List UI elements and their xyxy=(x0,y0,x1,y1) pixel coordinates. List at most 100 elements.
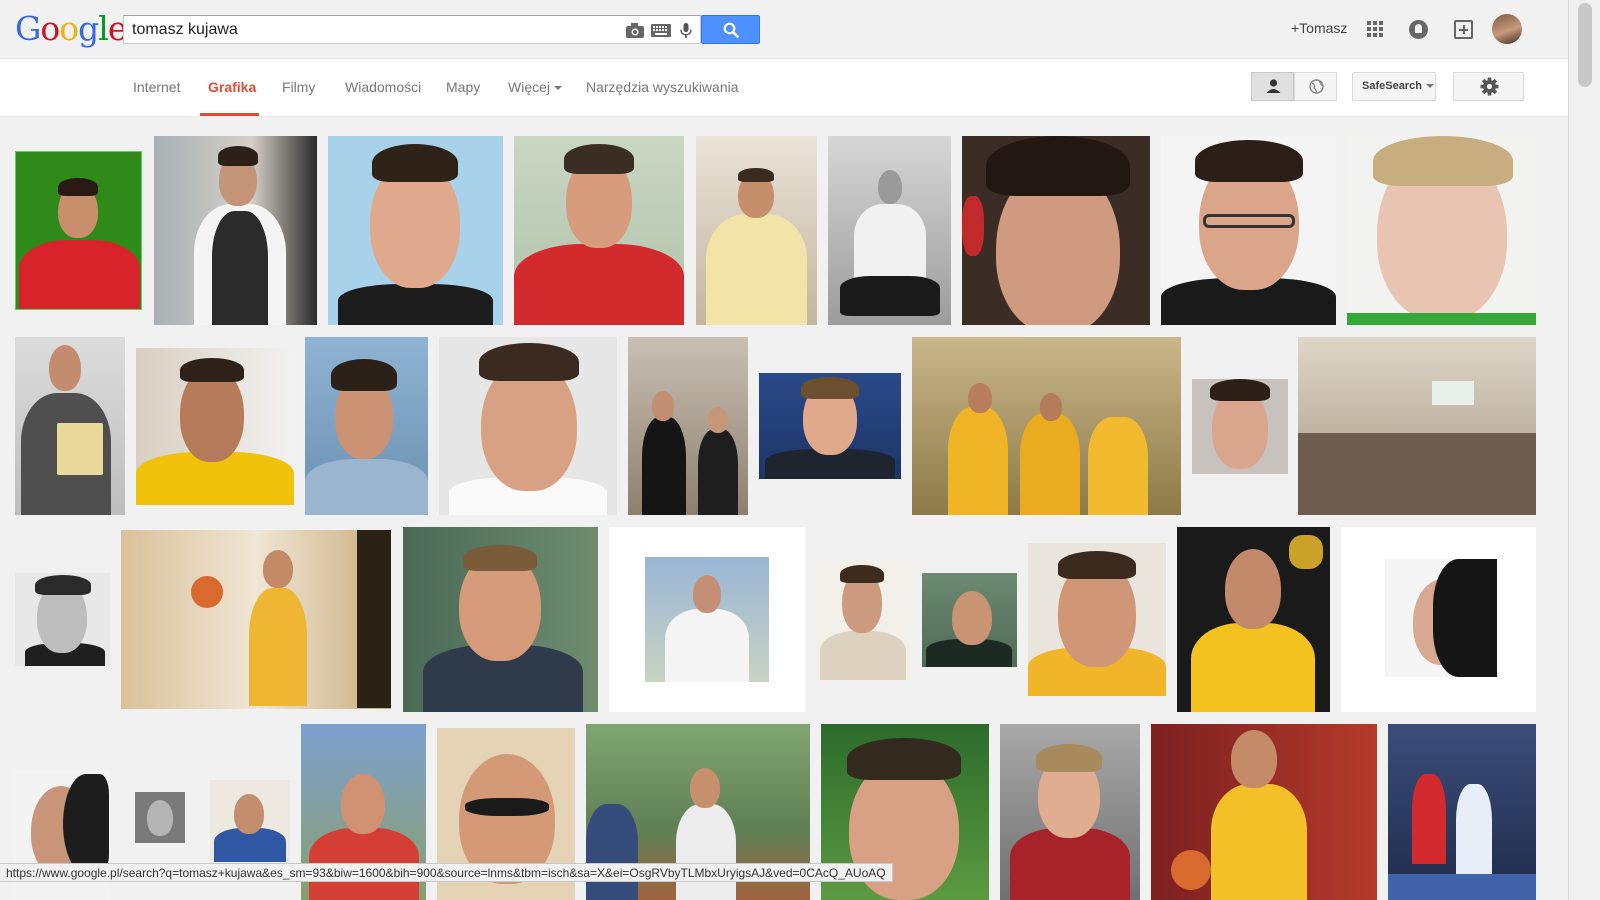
image-result[interactable] xyxy=(15,573,110,666)
image-result[interactable] xyxy=(514,136,684,325)
result-shirt xyxy=(19,240,140,309)
image-result[interactable] xyxy=(628,337,748,515)
result-hair xyxy=(1433,559,1497,677)
result-certificate xyxy=(57,423,103,475)
image-result[interactable] xyxy=(1028,543,1166,696)
image-result[interactable] xyxy=(1151,724,1377,900)
tab-more[interactable]: Więcej xyxy=(508,79,563,95)
image-result[interactable] xyxy=(1000,724,1140,900)
result-face xyxy=(952,591,992,645)
keyboard-icon[interactable] xyxy=(651,23,671,38)
result-shirt xyxy=(1191,623,1315,712)
result-sunglasses xyxy=(465,798,549,816)
result-basketball xyxy=(1171,850,1211,890)
image-result[interactable] xyxy=(15,337,125,515)
logo-letter: G xyxy=(15,9,41,48)
result-face xyxy=(652,391,674,421)
result-hair xyxy=(564,144,634,174)
result-shirt xyxy=(665,609,749,682)
notifications-icon[interactable] xyxy=(1409,20,1428,39)
tab-internet[interactable]: Internet xyxy=(133,79,180,95)
result-screen xyxy=(1432,381,1474,405)
image-result[interactable] xyxy=(136,348,294,505)
search-input[interactable]: tomasz kujawa xyxy=(123,15,701,44)
image-result[interactable] xyxy=(121,530,391,709)
status-bar-url: https://www.google.pl/search?q=tomasz+ku… xyxy=(0,863,893,882)
tab-images[interactable]: Grafika xyxy=(208,79,256,95)
image-result[interactable] xyxy=(828,136,951,325)
result-face xyxy=(1225,549,1281,629)
result-logo xyxy=(1289,535,1323,569)
search-query-text: tomasz kujawa xyxy=(132,21,238,38)
personal-results-toggle[interactable] xyxy=(1251,72,1294,101)
result-player xyxy=(1088,417,1148,515)
image-result[interactable] xyxy=(439,337,617,515)
result-hair xyxy=(1210,379,1270,401)
result-face xyxy=(234,794,264,834)
search-button[interactable] xyxy=(701,15,760,44)
tab-maps[interactable]: Mapy xyxy=(446,79,480,95)
image-result[interactable] xyxy=(328,136,503,325)
image-result[interactable] xyxy=(696,136,817,325)
image-result[interactable] xyxy=(1298,337,1536,515)
result-shirt xyxy=(514,244,684,325)
result-shirt xyxy=(305,459,428,515)
tab-videos[interactable]: Filmy xyxy=(282,79,315,95)
scrollbar-thumb[interactable] xyxy=(1578,3,1592,87)
image-result[interactable] xyxy=(135,792,185,843)
result-hair xyxy=(463,545,537,571)
safesearch-button[interactable]: SafeSearch xyxy=(1352,72,1436,101)
result-grass xyxy=(1347,313,1536,325)
result-face xyxy=(1231,730,1277,788)
scrollbar[interactable] xyxy=(1568,0,1600,900)
image-results-grid xyxy=(0,118,1568,900)
camera-icon[interactable] xyxy=(626,23,644,38)
image-result[interactable] xyxy=(15,151,142,310)
result-shirt xyxy=(586,804,638,900)
avatar[interactable] xyxy=(1492,14,1522,44)
logo-letter: l xyxy=(98,9,109,48)
image-result[interactable] xyxy=(912,337,1181,515)
google-logo[interactable]: Google xyxy=(15,9,127,48)
image-result[interactable] xyxy=(922,573,1017,667)
image-result[interactable] xyxy=(816,559,911,680)
result-audience xyxy=(1298,433,1536,515)
result-hair xyxy=(738,168,774,182)
result-hakama xyxy=(840,276,940,316)
tab-news[interactable]: Wiadomości xyxy=(345,79,421,95)
image-result[interactable] xyxy=(154,136,317,325)
image-result[interactable] xyxy=(210,780,290,862)
result-shirt xyxy=(706,214,807,325)
result-shirt xyxy=(676,804,736,900)
image-result[interactable] xyxy=(1347,136,1536,325)
globe-icon xyxy=(1309,79,1324,94)
result-suit xyxy=(698,429,738,515)
image-result[interactable] xyxy=(1177,527,1330,712)
apps-icon[interactable] xyxy=(1367,21,1383,37)
result-face xyxy=(1040,393,1062,421)
result-gi xyxy=(854,204,926,284)
result-hair xyxy=(840,565,884,583)
image-result[interactable] xyxy=(403,527,598,712)
result-player xyxy=(948,407,1008,515)
image-result[interactable] xyxy=(1388,724,1536,900)
image-result[interactable] xyxy=(305,337,428,515)
share-icon[interactable] xyxy=(1454,20,1473,39)
world-results-toggle[interactable] xyxy=(1294,72,1337,101)
search-tools-button[interactable]: Narzędzia wyszukiwania xyxy=(586,79,739,95)
result-player xyxy=(1456,784,1492,874)
chevron-down-icon xyxy=(554,86,563,91)
result-face xyxy=(708,407,728,433)
settings-button[interactable] xyxy=(1453,72,1524,101)
microphone-icon[interactable] xyxy=(679,23,693,38)
image-result[interactable] xyxy=(1192,379,1288,474)
user-profile-link[interactable]: +Tomasz xyxy=(1291,20,1347,36)
result-hair xyxy=(847,738,961,780)
image-result[interactable] xyxy=(962,136,1150,325)
result-hair xyxy=(1195,140,1303,182)
image-result[interactable] xyxy=(759,373,901,479)
image-result[interactable] xyxy=(1161,136,1336,325)
image-result[interactable] xyxy=(609,527,805,712)
result-photo xyxy=(1385,559,1497,677)
image-result[interactable] xyxy=(1341,527,1536,712)
